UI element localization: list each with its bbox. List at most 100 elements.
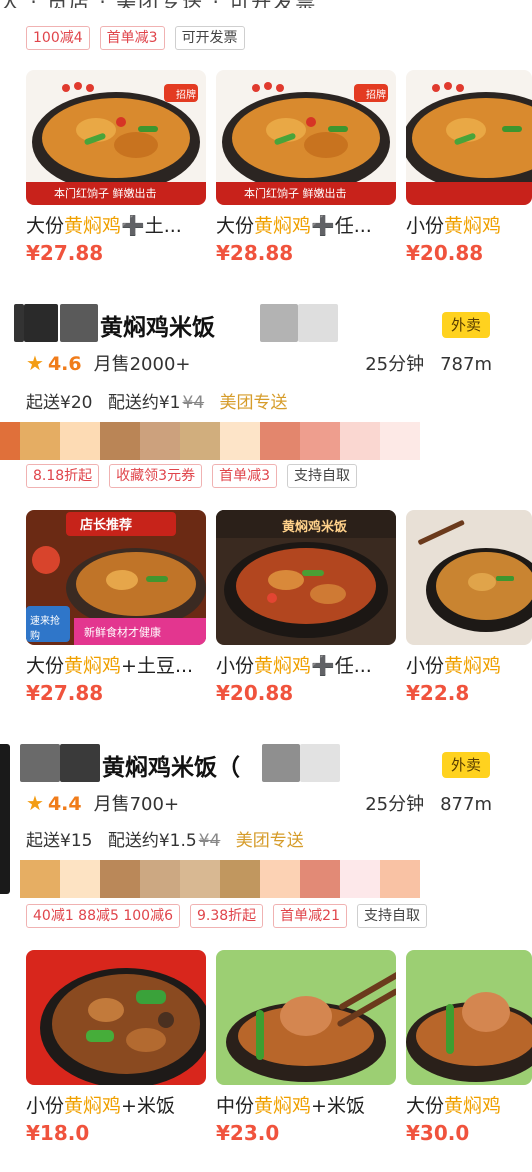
shop3-tag: 首单减21 (273, 904, 347, 928)
dish-price: ¥23.0 (216, 1121, 280, 1145)
dish-card[interactable]: 本门红饷子 鲜嫩出击 招牌 大份黄焖鸡➕任... ¥28.88 (216, 70, 396, 267)
shop3-meta: ★ 4.4 月售700+ 25分钟 877m (26, 790, 492, 818)
shop-name[interactable]: 黄焖鸡米饭（ (102, 748, 240, 782)
shop3-tag-row: 40减1 88减5 100减6 9.38折起 首单减21 支持自取 (26, 904, 427, 928)
dish-name: 小份黄焖鸡 (406, 655, 502, 677)
dish-price: ¥27.88 (26, 241, 104, 265)
shop2-header[interactable]: 黄焖鸡米饭 外卖 (0, 304, 532, 344)
dish-photo[interactable] (216, 950, 396, 1085)
dish-price: ¥20.88 (406, 241, 484, 265)
dish-card[interactable]: 小份黄焖鸡 ¥20.88 (406, 70, 532, 267)
dish-price: ¥30.0 (406, 1121, 470, 1145)
dish-name: 小份黄焖鸡➕任... (216, 655, 372, 677)
dish-photo-sticker: 招牌 (176, 90, 196, 101)
dish-name: 小份黄焖鸡+米饭 (26, 1095, 175, 1117)
delivery-fee: 配送约¥1.5 (107, 831, 197, 851)
shop-name-blur (298, 304, 338, 342)
palette-swatch (260, 422, 300, 460)
palette-swatch (220, 860, 260, 898)
dish-price: ¥20.88 (216, 681, 294, 705)
top-cut-text: 大 ‧ 员店 ‧ 美团专送 ‧ 可开发票 (0, 0, 532, 8)
dish-photo[interactable]: 本门红饷子 鲜嫩出击 招牌 (216, 70, 396, 205)
dish-card[interactable]: 黄焖鸡米饭 小份黄焖鸡➕任... ¥20.88 (216, 510, 396, 707)
rating: 4.6 (47, 353, 82, 375)
dish-price: ¥18.0 (26, 1121, 90, 1145)
palette-swatch (100, 860, 140, 898)
dish-photo[interactable] (406, 510, 532, 645)
shop2-tag: 首单减3 (212, 464, 278, 488)
shop3-tag: 9.38折起 (189, 904, 264, 928)
palette-swatch (260, 860, 300, 898)
shop-name-blur (260, 304, 298, 342)
shop-name-blur (300, 744, 340, 782)
dish-card[interactable]: 大份黄焖鸡 ¥30.0 (406, 950, 532, 1147)
shop-logo-blur (14, 304, 24, 342)
dish-price: ¥27.88 (26, 681, 104, 705)
palette-swatch (300, 422, 340, 460)
dish-photo-tag: 速来抢购 (30, 616, 60, 642)
original-fee: ¥4 (182, 393, 205, 413)
dish-card[interactable]: 小份黄焖鸡+米饭 ¥18.0 (26, 950, 206, 1147)
palette-swatch (180, 860, 220, 898)
delivery-time: 25分钟 (365, 354, 425, 375)
shop-name-blur (262, 744, 300, 782)
palette-swatch (220, 422, 260, 460)
shop1-tag: 可开发票 (174, 26, 245, 50)
palette-swatch (20, 422, 60, 460)
dish-photo-banner: 本门红饷子 鲜嫩出击 (244, 187, 347, 200)
shop-logo-blur (20, 744, 60, 782)
palette-swatch (180, 422, 220, 460)
shop3-dish-row: 小份黄焖鸡+米饭 ¥18.0 中份黄焖鸡+米饭 ¥23.0 大份黄焖鸡 ¥30.… (26, 950, 532, 1172)
monthly-sales: 月售700+ (93, 794, 180, 815)
rating: 4.4 (47, 793, 82, 815)
palette-swatch (100, 422, 140, 460)
shop3-color-strip (20, 860, 420, 898)
dish-photo-banner: 本门红饷子 鲜嫩出击 (54, 187, 157, 200)
takeout-badge: 外卖 (442, 752, 490, 778)
dish-card[interactable]: 小份黄焖鸡 ¥22.8 (406, 510, 532, 707)
dish-card[interactable]: 中份黄焖鸡+米饭 ¥23.0 (216, 950, 396, 1147)
distance: 877m (440, 794, 492, 815)
dish-photo[interactable]: 黄焖鸡米饭 (216, 510, 396, 645)
palette-swatch (140, 860, 180, 898)
shop2-tag: 8.18折起 (26, 464, 100, 488)
dish-photo[interactable] (406, 70, 532, 205)
shop2-tag: 收藏领3元券 (109, 464, 203, 488)
shop2-tag-row: 8.18折起 收藏领3元券 首单减3 支持自取 (26, 464, 358, 488)
dish-photo[interactable] (26, 950, 206, 1085)
palette-swatch (300, 860, 340, 898)
shop3-tag: 40减1 88减5 100减6 (26, 904, 180, 928)
shop1-tag: 100减4 (26, 26, 90, 50)
dish-card[interactable]: 本门红饷子 鲜嫩出击 招牌 大份黄焖鸡➕土... ¥27.88 (26, 70, 206, 267)
dish-photo[interactable]: 店长推荐 速来抢购 新鲜食材才健康 (26, 510, 206, 645)
palette-swatch (340, 422, 380, 460)
dish-photo-banner: 店长推荐 (80, 518, 133, 533)
original-fee: ¥4 (198, 831, 221, 851)
shop-logo-blur (24, 304, 58, 342)
dish-name: 大份黄焖鸡➕任... (216, 215, 372, 237)
shop2-color-strip (0, 422, 420, 460)
dish-name: 大份黄焖鸡+土豆... (26, 655, 194, 677)
shop2-dish-row: 店长推荐 速来抢购 新鲜食材才健康 大份黄焖鸡+土豆... ¥27.88 黄焖鸡… (26, 510, 532, 750)
dish-photo[interactable]: 本门红饷子 鲜嫩出击 招牌 (26, 70, 206, 205)
distance: 787m (440, 354, 492, 375)
dish-price: ¥22.8 (406, 681, 470, 705)
min-order: 起送¥20 (26, 393, 93, 413)
dish-card[interactable]: 店长推荐 速来抢购 新鲜食材才健康 大份黄焖鸡+土豆... ¥27.88 (26, 510, 206, 707)
delivery-type: 美团专送 (219, 393, 288, 413)
palette-swatch (60, 860, 100, 898)
star-icon: ★ (26, 791, 44, 815)
shop3-header[interactable]: 黄焖鸡米饭（ 外卖 (0, 744, 532, 784)
palette-swatch (140, 422, 180, 460)
shop1-tag: 首单减3 (99, 26, 165, 50)
monthly-sales: 月售2000+ (93, 354, 191, 375)
shop-name[interactable]: 黄焖鸡米饭 (100, 308, 215, 342)
dish-price: ¥28.88 (216, 241, 294, 265)
palette-swatch (60, 422, 100, 460)
dish-photo[interactable] (406, 950, 532, 1085)
dish-photo-tag: 新鲜食材才健康 (84, 626, 161, 639)
dish-photo-banner: 黄焖鸡米饭 (282, 520, 348, 535)
shop-logo-blur (60, 744, 100, 782)
palette-swatch (340, 860, 380, 898)
dish-photo-sticker: 招牌 (366, 90, 386, 101)
